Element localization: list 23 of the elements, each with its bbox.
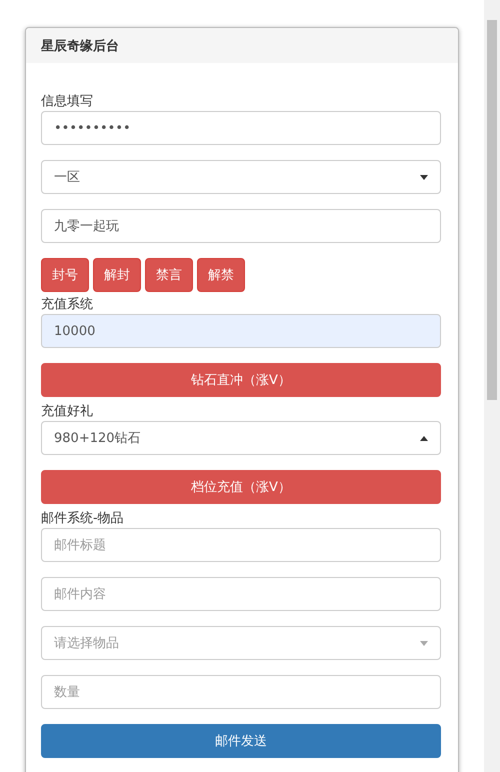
password-field[interactable]: •••••••••• — [41, 111, 441, 145]
select-field[interactable]: 980+120钻石 — [41, 421, 441, 455]
action-button[interactable]: 禁言 — [145, 258, 193, 292]
panel-title: 星辰奇缘后台 — [41, 38, 119, 54]
select-field[interactable]: 一区 — [41, 160, 441, 194]
section-label: 邮件系统-物品 — [41, 510, 125, 528]
select-field[interactable]: 请选择物品 — [41, 626, 441, 660]
submit-button[interactable]: 钻石直冲（涨V） — [41, 363, 441, 397]
scrollbar[interactable] — [484, 0, 500, 772]
input-field[interactable]: 邮件内容 — [41, 577, 441, 611]
action-button[interactable]: 解禁 — [197, 258, 245, 292]
scrollbar-thumb[interactable] — [487, 20, 497, 400]
input-field[interactable]: 九零一起玩 — [41, 209, 441, 243]
input-field[interactable]: 数量 — [41, 675, 441, 709]
section-label: 充值好礼 — [41, 403, 94, 421]
submit-button[interactable]: 档位充值（涨V） — [41, 470, 441, 504]
action-button[interactable]: 封号 — [41, 258, 89, 292]
section-label: 信息填写 — [41, 93, 94, 111]
input-field[interactable]: 10000 — [41, 314, 441, 348]
submit-button[interactable]: 邮件发送 — [41, 724, 441, 758]
action-button[interactable]: 解封 — [93, 258, 141, 292]
section-label: 充值系统 — [41, 296, 94, 314]
input-field[interactable]: 邮件标题 — [41, 528, 441, 562]
